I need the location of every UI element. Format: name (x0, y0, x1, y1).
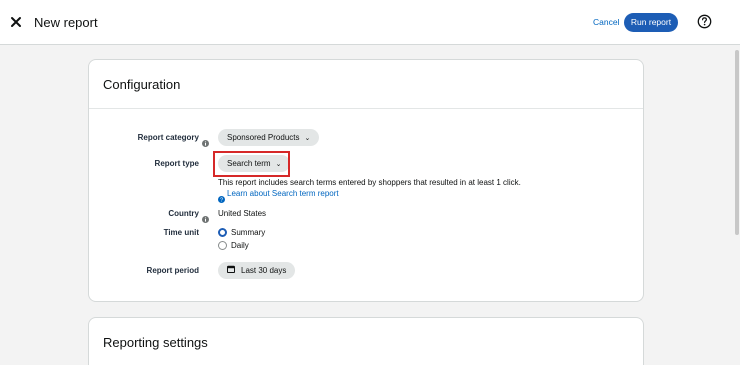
calendar-icon (227, 262, 235, 279)
learn-search-term-link[interactable]: Learn about Search term report (227, 189, 339, 198)
info-icon[interactable] (202, 134, 209, 147)
report-period-picker[interactable]: Last 30 days (218, 262, 296, 279)
scrollbar-thumb[interactable] (735, 50, 739, 235)
reporting-settings-card: Reporting settings (88, 317, 644, 365)
time-unit-label: Time unit (163, 228, 199, 237)
report-type-highlight (213, 151, 290, 177)
reporting-settings-title: Reporting settings (103, 335, 208, 350)
country-label: Country (168, 209, 199, 218)
top-bar: New report Cancel Run report (0, 0, 740, 45)
page-title: New report (34, 15, 98, 30)
help-icon[interactable] (697, 14, 712, 29)
report-category-dropdown[interactable]: Sponsored Products ⌄ (218, 129, 320, 146)
summary-radio[interactable] (218, 228, 227, 237)
run-report-button[interactable]: Run report (624, 13, 678, 32)
close-icon[interactable] (8, 14, 24, 30)
daily-option-label: Daily (231, 241, 249, 250)
report-category-label: Report category (137, 133, 199, 142)
summary-option-label: Summary (231, 228, 266, 237)
daily-radio[interactable] (218, 241, 227, 250)
info-icon[interactable] (202, 210, 209, 223)
country-value: United States (218, 209, 267, 218)
report-type-description: This report includes search terms entere… (218, 178, 521, 187)
configuration-title: Configuration (103, 77, 181, 92)
configuration-header: Configuration (89, 60, 643, 109)
report-category-value: Sponsored Products (227, 133, 300, 142)
svg-text:?: ? (220, 198, 223, 203)
cancel-button[interactable]: Cancel (593, 17, 619, 27)
report-type-label: Report type (154, 159, 199, 168)
report-period-value: Last 30 days (241, 266, 287, 275)
chevron-down-icon: ⌄ (304, 135, 311, 142)
help-circle-icon: ? (218, 190, 225, 204)
report-period-label: Report period (146, 266, 199, 275)
